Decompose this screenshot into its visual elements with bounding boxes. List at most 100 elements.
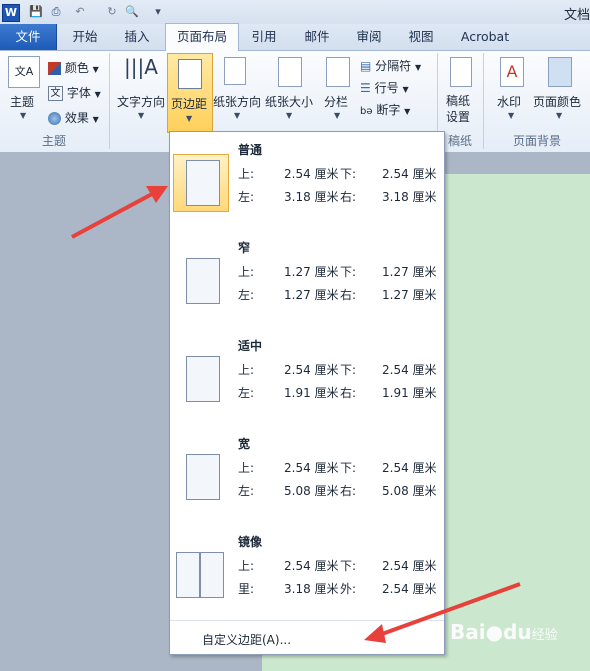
themes-button[interactable]: 主题 [10,93,34,110]
margin-key: 外: [340,582,357,596]
margins-caret-icon: ▼ [186,114,193,123]
size-caret-icon[interactable]: ▼ [286,111,292,120]
margin-key: 左: [238,190,255,204]
tab-file[interactable]: 文件 [0,24,57,50]
custom-margins-label: 自定义边距(A)... [202,633,292,647]
print-preview-icon[interactable]: 🔍 [124,4,140,20]
text-direction-button[interactable]: 文字方向 [117,93,165,110]
print-icon[interactable]: ⎙ [48,4,64,20]
margin-option-mirrored[interactable]: 镜像 上: 2.54 厘米 下: 2.54 厘米 里: 3.18 厘米 外: 2… [170,524,444,622]
orientation-icon[interactable] [224,57,246,85]
tab-acrobat[interactable]: Acrobat [452,24,518,50]
redo-icon[interactable]: ↻ [104,4,120,20]
save-icon[interactable]: 💾 [28,4,44,20]
orientation-caret-icon[interactable]: ▼ [234,111,240,120]
orientation-button[interactable]: 纸张方向 [213,93,261,110]
columns-button[interactable]: 分栏 [324,93,348,110]
theme-fonts-button[interactable]: 文 字体 ▼ [48,84,101,101]
margin-option-name: 镜像 [238,535,263,549]
margin-value: 5.08 厘米 [382,484,437,498]
theme-effects-button[interactable]: 效果 ▼ [48,109,99,126]
watermark-brand-tail: du [503,620,532,644]
text-direction-caret-icon[interactable]: ▼ [138,111,144,120]
manuscript-icon[interactable] [450,57,472,87]
customize-quick-access-icon[interactable]: ▾ [150,4,166,20]
line-numbers-button[interactable]: ☰ 行号 ▼ [360,79,409,96]
baidu-watermark: Bai●du经验 [450,620,558,644]
hyphenation-icon: bə [360,106,373,117]
size-icon[interactable] [278,57,302,87]
margin-value: 5.08 厘米 [284,484,339,498]
colors-icon [48,62,61,75]
watermark-button[interactable]: 水印 [497,93,521,110]
margin-preview-icon [176,552,200,598]
themes-icon[interactable]: 文A [8,56,40,88]
manuscript-setup-label-1: 稿纸 [446,94,471,108]
paw-icon: ● [485,620,504,644]
margin-value: 2.54 厘米 [284,559,339,573]
window-title: 文档 [563,8,590,23]
undo-icon[interactable]: ↶ [72,4,88,20]
watermark-caret-icon[interactable]: ▼ [508,111,514,120]
breaks-button[interactable]: ▤ 分隔符 ▼ [360,57,421,74]
margins-dropdown-menu: 普通 上: 2.54 厘米 下: 2.54 厘米 左: 3.18 厘米 右: 3… [169,131,445,655]
custom-margins-item[interactable]: 自定义边距(A)... [170,620,444,655]
manuscript-setup-button[interactable]: 稿纸 设置 [446,93,470,125]
margin-option-name: 宽 [238,437,251,451]
columns-caret-icon[interactable]: ▼ [334,111,340,120]
theme-colors-button[interactable]: 颜色 ▼ [48,59,99,76]
margin-thumb-frame [173,546,229,604]
word-app-icon[interactable]: W [2,4,20,22]
effects-icon [48,112,61,125]
columns-icon[interactable] [326,57,350,87]
margin-value: 2.54 厘米 [382,167,437,181]
size-button[interactable]: 纸张大小 [265,93,313,110]
margins-icon [178,59,202,89]
margin-option-narrow[interactable]: 窄 上: 1.27 厘米 下: 1.27 厘米 左: 1.27 厘米 右: 1.… [170,230,444,328]
margin-option-wide[interactable]: 宽 上: 2.54 厘米 下: 2.54 厘米 左: 5.08 厘米 右: 5.… [170,426,444,524]
margin-key: 右: [340,190,357,204]
margin-option-name: 适中 [238,339,263,353]
tab-references[interactable]: 引用 [240,24,288,50]
tab-page-layout[interactable]: 页面布局 [165,23,239,51]
themes-caret-icon[interactable]: ▼ [20,111,26,120]
page-color-button[interactable]: 页面颜色 [533,93,581,110]
margin-option-moderate[interactable]: 适中 上: 2.54 厘米 下: 2.54 厘米 左: 1.91 厘米 右: 1… [170,328,444,426]
margins-button[interactable]: 页边距 ▼ [167,53,213,133]
watermark-icon[interactable]: A [500,57,524,87]
margin-preview-icon [186,160,220,206]
margin-value: 3.18 厘米 [382,190,437,204]
margin-option-name: 普通 [238,143,263,157]
margin-value: 1.27 厘米 [382,288,437,302]
margin-value: 1.91 厘米 [284,386,339,400]
hyphenation-button[interactable]: bə 断字 ▼ [360,101,410,118]
margin-key: 上: [238,265,255,279]
text-direction-icon[interactable]: |||A [124,55,158,79]
page-color-icon[interactable] [548,57,572,87]
margin-thumb-frame [173,448,229,506]
tab-review[interactable]: 审阅 [345,24,393,50]
page-color-caret-icon[interactable]: ▼ [556,111,562,120]
line-numbers-label: 行号 [374,81,399,95]
watermark-tail: 经验 [531,628,558,643]
margins-label: 页边距 [171,97,208,111]
margin-key: 左: [238,288,255,302]
effects-label: 效果 [64,111,89,125]
margin-key: 右: [340,484,357,498]
margin-preview-icon [200,552,224,598]
margin-preview-icon [186,258,220,304]
tab-mailings[interactable]: 邮件 [292,24,342,50]
tab-insert[interactable]: 插入 [112,24,162,50]
tab-home[interactable]: 开始 [60,24,110,50]
margin-key: 下: [340,363,357,377]
margin-key: 上: [238,363,255,377]
margin-option-name: 窄 [238,241,251,255]
tab-view[interactable]: 视图 [397,24,445,50]
margin-value: 2.54 厘米 [382,582,437,596]
margin-key: 左: [238,484,255,498]
margin-value: 2.54 厘米 [382,461,437,475]
margin-key: 右: [340,288,357,302]
title-bar: W 💾 ⎙ ↶ ↻ 🔍 ▾ 文档 [0,0,590,24]
fonts-label: 字体 [66,86,91,100]
margin-option-normal[interactable]: 普通 上: 2.54 厘米 下: 2.54 厘米 左: 3.18 厘米 右: 3… [170,132,444,230]
